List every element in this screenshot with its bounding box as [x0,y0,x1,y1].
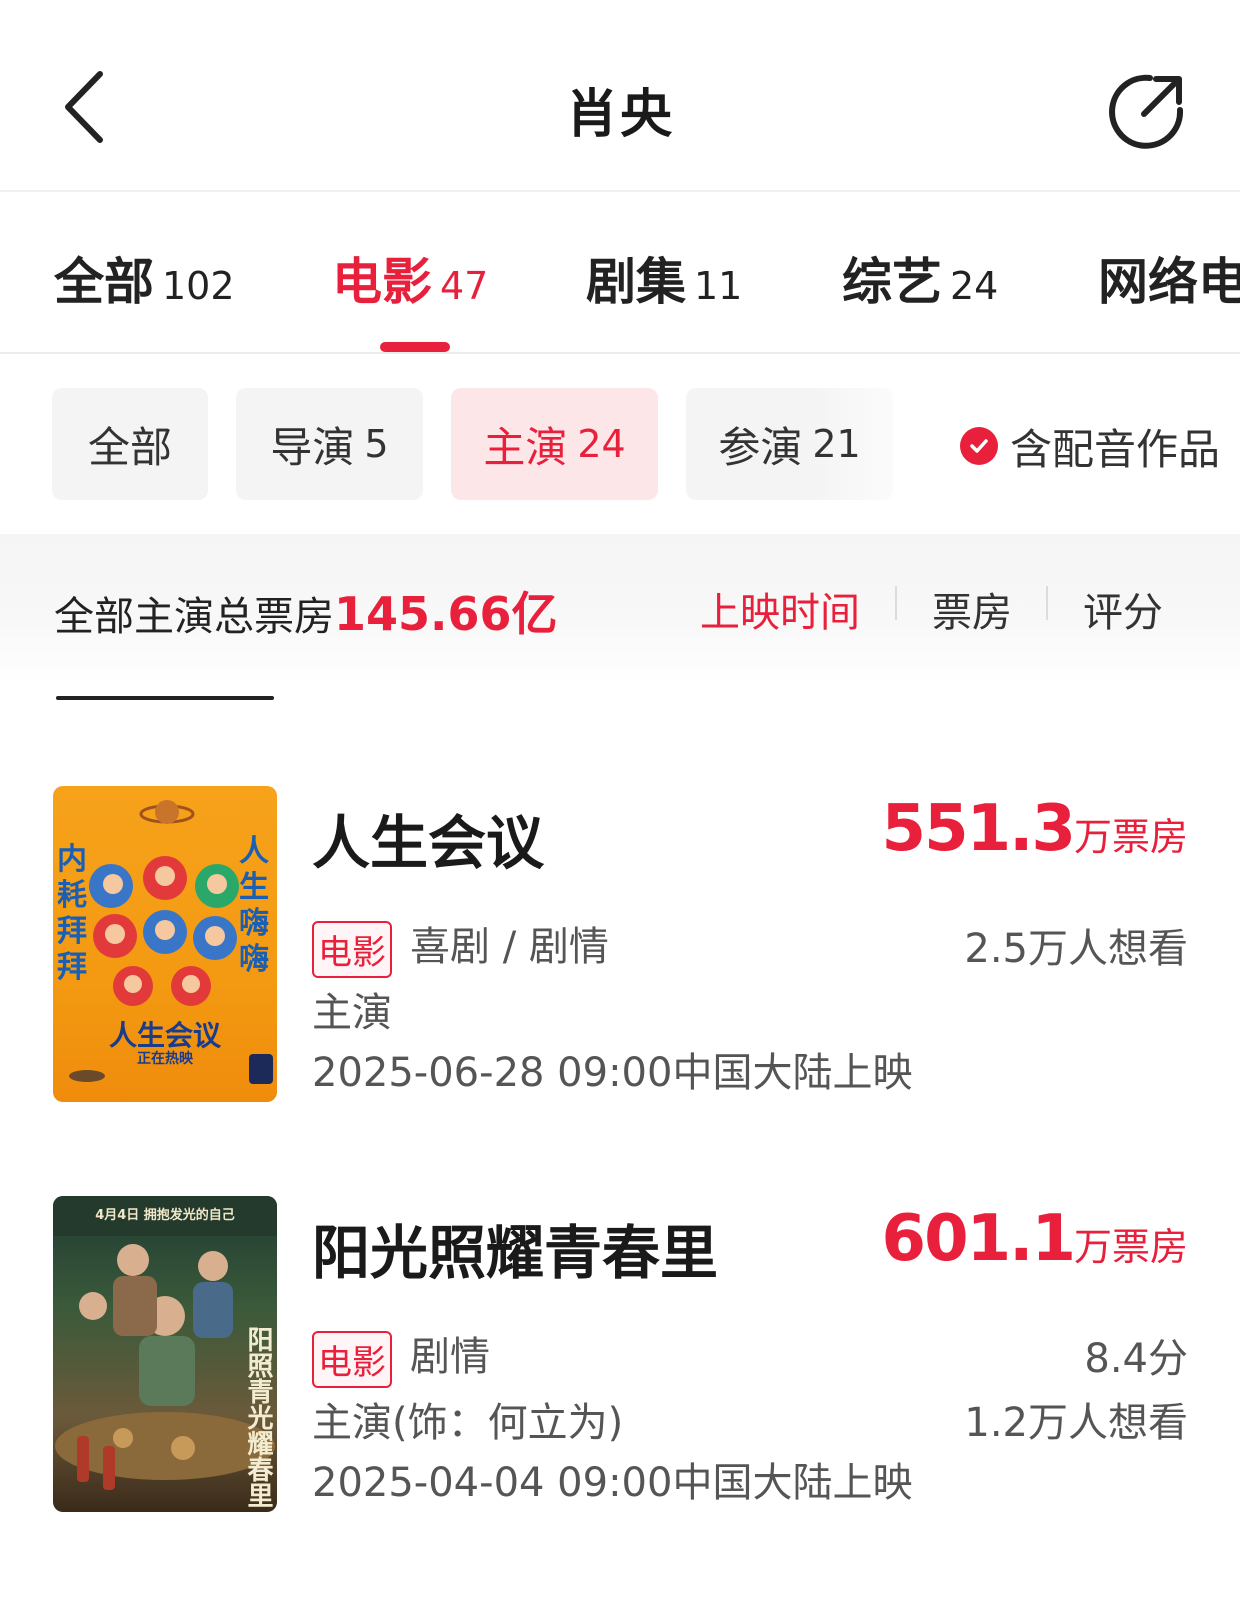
sort-by-box-office[interactable]: 票房 [932,580,1012,638]
movie-poster[interactable]: 内耗拜拜 人生嗨嗨 人生会议 正在热映 [53,786,277,1102]
scroll-indicator [56,696,274,700]
want-to-see: 1.2万人想看 [964,1400,1188,1446]
tab-label: 网络电 [1098,253,1240,311]
check-circle-icon [960,427,998,465]
category-tabs: 全部 102 电影 47 剧集 11 综艺 24 网络电 [0,194,1240,354]
share-icon[interactable] [1104,70,1188,154]
tab-count: 102 [162,264,235,308]
genre-line: 电影 喜剧 / 剧情 [312,914,609,978]
release-date: 2025-04-04 09:00中国大陆上映 [312,1460,913,1506]
box-office: 601.1万票房 [882,1202,1188,1276]
top-bar: 肖央 [0,0,1240,192]
tab-label: 电影 [332,253,432,311]
release-date: 2025-06-28 09:00中国大陆上映 [312,1050,913,1096]
tab-count: 24 [950,264,999,308]
sort-by-score[interactable]: 评分 [1083,580,1163,638]
box-office-value: 601.1 [881,1202,1076,1276]
movie-title[interactable]: 人生会议 [312,796,544,880]
chip-count: 5 [364,422,389,466]
filter-chip-all[interactable]: 全部 [52,388,208,500]
box-office-unit: 万票房 [1073,815,1188,859]
sort-by-release[interactable]: 上映时间 [700,580,860,638]
movie-poster[interactable]: 4月4日 拥抱发光的自己 阳照青光耀春里 [53,1196,277,1512]
score: 8.4分 [1084,1336,1188,1382]
type-badge: 电影 [312,1330,392,1388]
role-filters: 全部 导演 5 主演 24 参演 21 含配音作品 [0,356,1240,532]
active-tab-indicator [380,342,450,352]
chip-label: 导演 [270,422,355,472]
chip-label: 参演 [718,422,803,472]
page-title: 肖央 [565,85,674,145]
total-box-office-label: 全部主演总票房 [54,594,334,640]
poster-subtitle: 正在热映 [137,1051,193,1067]
box-office-unit: 万票房 [1073,1225,1188,1269]
movie-item[interactable]: 内耗拜拜 人生嗨嗨 人生会议 正在热映 人生会议 551.3万票房 电影 喜剧 /… [0,786,1240,1116]
tab-label: 全部 [54,253,154,311]
poster-text: 内耗拜拜 [57,842,87,985]
want-to-see: 2.5万人想看 [964,926,1188,972]
genres: 喜剧 / 剧情 [410,924,609,970]
box-office-value: 551.3 [881,792,1076,866]
chip-label: 主演 [483,422,568,472]
box-office: 551.3万票房 [882,792,1188,866]
dubbing-label: 含配音作品 [1010,424,1221,474]
role: 主演(饰：何立为) [312,1400,624,1446]
dubbing-toggle[interactable]: 含配音作品 [960,425,1220,474]
divider [895,586,897,620]
filter-chip-lead[interactable]: 主演 24 [451,388,658,500]
total-box-office: 全部主演总票房145.66亿 [54,578,558,644]
tab-all[interactable]: 全部 102 [54,242,235,314]
filter-chip-director[interactable]: 导演 5 [236,388,423,500]
tab-variety[interactable]: 综艺 24 [842,242,998,314]
divider [1046,586,1048,620]
filter-chip-supporting[interactable]: 参演 21 [686,388,893,500]
tab-count: 11 [694,264,743,308]
chip-count: 24 [577,422,626,466]
total-box-office-value: 145.66亿 [334,587,558,641]
genre-line: 电影 剧情 [312,1324,490,1388]
poster-text: 人生嗨嗨 [239,834,269,977]
summary-bar: 全部主演总票房145.66亿 上映时间 票房 评分 [0,534,1240,684]
chip-label: 全部 [87,422,172,472]
tab-movies[interactable]: 电影 47 [332,242,488,314]
chip-count: 21 [812,422,861,466]
tab-series[interactable]: 剧集 11 [586,242,742,314]
movie-title[interactable]: 阳光照耀青春里 [312,1206,718,1290]
tab-web-movies[interactable]: 网络电 [1098,242,1240,314]
poster-title: 阳照青光耀春里 [243,1326,273,1508]
tab-label: 综艺 [842,253,942,311]
role: 主演 [312,990,392,1036]
genres: 剧情 [410,1334,490,1380]
movie-item[interactable]: 4月4日 拥抱发光的自己 阳照青光耀春里 阳光照耀青春里 601.1万票房 电影… [0,1196,1240,1526]
poster-text: 4月4日 拥抱发光的自己 [95,1208,235,1223]
type-badge: 电影 [312,920,392,978]
tab-label: 剧集 [586,253,686,311]
tab-count: 47 [440,264,489,308]
